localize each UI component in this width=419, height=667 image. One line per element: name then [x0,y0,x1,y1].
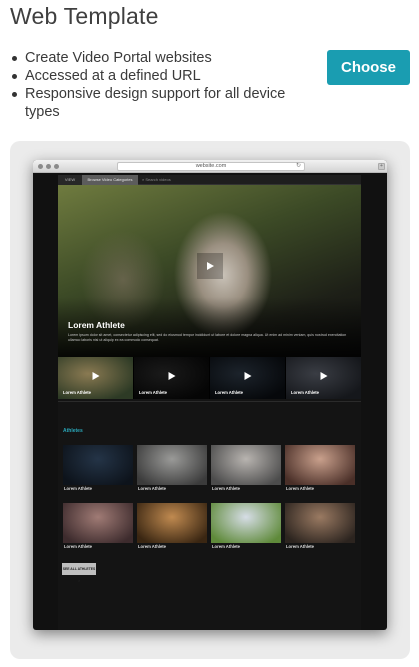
athlete-thumbnail [137,503,207,543]
play-button [168,372,175,380]
url-text: website.com [195,163,227,169]
video-thumbnail: Lorem Athlete [134,357,209,399]
athlete-card: Lorem Athlete [63,445,133,491]
window-maximize-dot [54,164,59,169]
athlete-card: Lorem Athlete [137,503,207,549]
athlete-grid: Lorem Athlete Lorem Athlete Lorem Athlet… [63,445,357,549]
athlete-name: Lorem Athlete [64,486,92,491]
browser-mockup: website.com ↻ + VIEW Browse Video Catego… [33,160,387,630]
athlete-thumbnail [211,503,281,543]
feature-item: Accessed at a defined URL [10,67,310,85]
home-label: VIEW [64,177,76,182]
nav-home: VIEW [58,175,82,185]
feature-item: Responsive design support for all device… [10,85,310,121]
reload-icon: ↻ [295,163,301,169]
video-thumbnail: Lorem Athlete [210,357,285,399]
athlete-card: Lorem Athlete [211,503,281,549]
play-icon [206,262,214,270]
section-divider [58,401,361,402]
athlete-name: Lorem Athlete [138,544,166,549]
athlete-card: Lorem Athlete [285,503,355,549]
athlete-name: Lorem Athlete [286,544,314,549]
site-nav: VIEW Browse Video Categories ⌕ Search vi… [58,175,361,185]
athlete-card: Lorem Athlete [63,503,133,549]
athlete-name: Lorem Athlete [286,486,314,491]
athlete-card: Lorem Athlete [211,445,281,491]
video-thumbnail: Lorem Athlete [286,357,361,399]
athlete-card: Lorem Athlete [285,445,355,491]
athlete-name: Lorem Athlete [138,486,166,491]
video-title: Lorem Athlete [215,390,243,395]
athlete-thumbnail [63,503,133,543]
play-button [244,372,251,380]
hero-video: Lorem Athlete Lorem ipsum dolor sit amet… [58,185,361,357]
athlete-name: Lorem Athlete [212,544,240,549]
athlete-thumbnail [285,445,355,485]
feature-item: Create Video Portal websites [10,49,310,67]
play-button [92,372,99,380]
video-thumbnail: Lorem Athlete [58,357,133,399]
hero-title: Lorem Athlete [68,320,125,330]
window-close-dot [38,164,43,169]
play-icon [92,372,99,380]
play-icon [168,372,175,380]
see-all-button: SEE ALL ATHLETES > [62,563,96,583]
video-title: Lorem Athlete [139,390,167,395]
video-strip: Lorem Athlete Lorem Athlete Lorem Athlet… [58,357,361,399]
athlete-card: Lorem Athlete [137,445,207,491]
search-placeholder: Search videos [145,177,171,182]
nav-search: ⌕ Search videos [142,175,222,185]
athlete-thumbnail [63,445,133,485]
athlete-name: Lorem Athlete [212,486,240,491]
feature-list: Create Video Portal websites Accessed at… [10,49,310,121]
play-icon [244,372,251,380]
hero-description: Lorem ipsum dolor sit amet, consectetur … [68,333,347,342]
video-title: Lorem Athlete [291,390,319,395]
address-bar: website.com ↻ [117,162,305,171]
play-icon [320,372,327,380]
hero-play-button [197,253,223,279]
play-button [320,372,327,380]
website-preview: VIEW Browse Video Categories ⌕ Search vi… [58,175,361,630]
athlete-thumbnail [211,445,281,485]
choose-button[interactable]: Choose [327,50,410,85]
new-tab-icon: + [378,163,385,170]
nav-browse-categories: Browse Video Categories [82,175,138,185]
video-title: Lorem Athlete [63,390,91,395]
athlete-thumbnail [137,445,207,485]
page-title: Web Template [10,3,159,29]
athlete-name: Lorem Athlete [64,544,92,549]
athlete-thumbnail [285,503,355,543]
browser-toolbar: website.com ↻ + [33,160,387,173]
window-minimize-dot [46,164,51,169]
section-title: Athletes [63,428,83,434]
